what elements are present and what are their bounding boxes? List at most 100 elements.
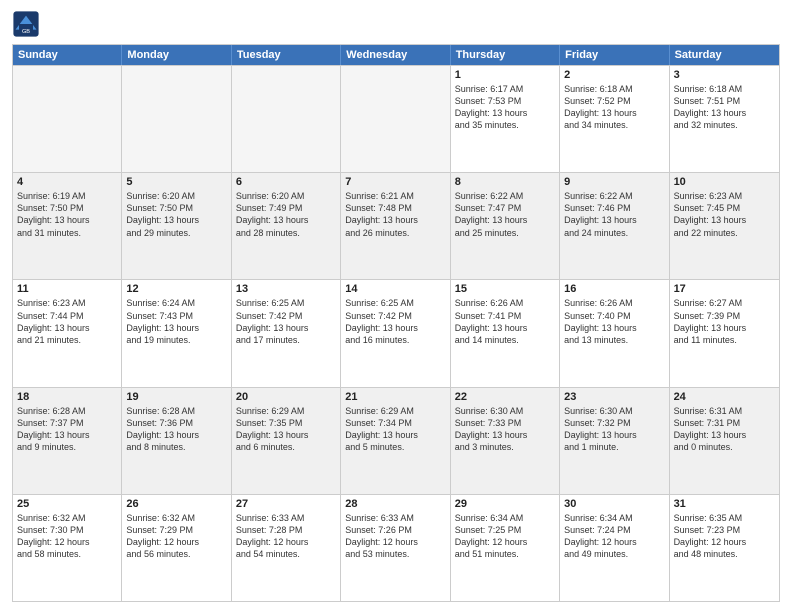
day-cell-1: 1Sunrise: 6:17 AMSunset: 7:53 PMDaylight… (451, 66, 560, 172)
logo: GB (12, 10, 44, 38)
day-number: 1 (455, 69, 555, 81)
day-info: Sunrise: 6:32 AMSunset: 7:30 PMDaylight:… (17, 512, 117, 561)
day-info: Sunrise: 6:22 AMSunset: 7:47 PMDaylight:… (455, 190, 555, 239)
day-number: 4 (17, 176, 117, 188)
day-number: 17 (674, 283, 775, 295)
week-row-5: 25Sunrise: 6:32 AMSunset: 7:30 PMDayligh… (13, 494, 779, 601)
day-number: 28 (345, 498, 445, 510)
day-cell-28: 28Sunrise: 6:33 AMSunset: 7:26 PMDayligh… (341, 495, 450, 601)
calendar-body: 1Sunrise: 6:17 AMSunset: 7:53 PMDaylight… (13, 65, 779, 601)
weekday-header-friday: Friday (560, 45, 669, 65)
day-info: Sunrise: 6:34 AMSunset: 7:25 PMDaylight:… (455, 512, 555, 561)
day-info: Sunrise: 6:18 AMSunset: 7:51 PMDaylight:… (674, 83, 775, 132)
svg-text:GB: GB (22, 29, 30, 35)
day-cell-30: 30 Sunrise: 6:34 AMSunset: 7:24 PMDayligh… (560, 495, 669, 601)
weekday-header-saturday: Saturday (670, 45, 779, 65)
day-cell-22: 22 Sunrise: 6:30 AMSunset: 7:33 PMDayligh… (451, 388, 560, 494)
day-number: 19 (126, 391, 226, 403)
calendar: SundayMondayTuesdayWednesdayThursdayFrid… (12, 44, 780, 602)
page-container: GB SundayMondayTuesdayWednesdayThursdayF… (0, 0, 792, 612)
week-row-4: 18Sunrise: 6:28 AMSunset: 7:37 PMDayligh… (13, 387, 779, 494)
day-cell-13: 13 Sunrise: 6:25 AMSunset: 7:42 PMDayligh… (232, 280, 341, 386)
day-cell-19: 19Sunrise: 6:28 AMSunset: 7:36 PMDayligh… (122, 388, 231, 494)
day-cell-14: 14 Sunrise: 6:25 AMSunset: 7:42 PMDayligh… (341, 280, 450, 386)
day-cell-15: 15 Sunrise: 6:26 AMSunset: 7:41 PMDayligh… (451, 280, 560, 386)
day-number: 13 (236, 283, 336, 295)
day-cell-20: 20 Sunrise: 6:29 AMSunset: 7:35 PMDayligh… (232, 388, 341, 494)
day-info: Sunrise: 6:34 AMSunset: 7:24 PMDaylight:… (564, 512, 664, 561)
day-info: Sunrise: 6:20 AMSunset: 7:49 PMDaylight:… (236, 190, 336, 239)
day-number: 23 (564, 391, 664, 403)
day-info: Sunrise: 6:33 AMSunset: 7:28 PMDaylight:… (236, 512, 336, 561)
day-cell-29: 29 Sunrise: 6:34 AMSunset: 7:25 PMDayligh… (451, 495, 560, 601)
day-info: Sunrise: 6:30 AMSunset: 7:33 PMDaylight:… (455, 405, 555, 454)
day-number: 12 (126, 283, 226, 295)
day-number: 8 (455, 176, 555, 188)
day-number: 2 (564, 69, 664, 81)
day-info: Sunrise: 6:30 AMSunset: 7:32 PMDaylight:… (564, 405, 664, 454)
day-info: Sunrise: 6:35 AMSunset: 7:23 PMDaylight:… (674, 512, 775, 561)
day-number: 5 (126, 176, 226, 188)
day-cell-10: 10 Sunrise: 6:23 AMSunset: 7:45 PMDayligh… (670, 173, 779, 279)
day-number: 26 (126, 498, 226, 510)
day-number: 9 (564, 176, 664, 188)
day-number: 30 (564, 498, 664, 510)
day-cell-16: 16 Sunrise: 6:26 AMSunset: 7:40 PMDayligh… (560, 280, 669, 386)
day-info: Sunrise: 6:29 AMSunset: 7:35 PMDaylight:… (236, 405, 336, 454)
day-cell-4: 4 Sunrise: 6:19 AMSunset: 7:50 PMDaylight… (13, 173, 122, 279)
day-cell-18: 18Sunrise: 6:28 AMSunset: 7:37 PMDayligh… (13, 388, 122, 494)
weekday-header-thursday: Thursday (451, 45, 560, 65)
day-cell-3: 3 Sunrise: 6:18 AMSunset: 7:51 PMDaylight… (670, 66, 779, 172)
day-cell-12: 12Sunrise: 6:24 AMSunset: 7:43 PMDayligh… (122, 280, 231, 386)
day-info: Sunrise: 6:23 AMSunset: 7:45 PMDaylight:… (674, 190, 775, 239)
day-cell-6: 6 Sunrise: 6:20 AMSunset: 7:49 PMDaylight… (232, 173, 341, 279)
day-info: Sunrise: 6:18 AMSunset: 7:52 PMDaylight:… (564, 83, 664, 132)
day-number: 29 (455, 498, 555, 510)
day-cell-27: 27 Sunrise: 6:33 AMSunset: 7:28 PMDayligh… (232, 495, 341, 601)
weekday-header-tuesday: Tuesday (232, 45, 341, 65)
day-info: Sunrise: 6:25 AMSunset: 7:42 PMDaylight:… (345, 297, 445, 346)
day-info: Sunrise: 6:26 AMSunset: 7:41 PMDaylight:… (455, 297, 555, 346)
weekday-header-wednesday: Wednesday (341, 45, 450, 65)
day-number: 20 (236, 391, 336, 403)
week-row-2: 4 Sunrise: 6:19 AMSunset: 7:50 PMDaylight… (13, 172, 779, 279)
day-number: 24 (674, 391, 775, 403)
day-cell-17: 17 Sunrise: 6:27 AMSunset: 7:39 PMDayligh… (670, 280, 779, 386)
day-number: 3 (674, 69, 775, 81)
empty-cell (232, 66, 341, 172)
day-cell-24: 24Sunrise: 6:31 AMSunset: 7:31 PMDayligh… (670, 388, 779, 494)
day-info: Sunrise: 6:27 AMSunset: 7:39 PMDaylight:… (674, 297, 775, 346)
day-info: Sunrise: 6:21 AMSunset: 7:48 PMDaylight:… (345, 190, 445, 239)
day-cell-7: 7Sunrise: 6:21 AMSunset: 7:48 PMDaylight… (341, 173, 450, 279)
empty-cell (122, 66, 231, 172)
day-info: Sunrise: 6:32 AMSunset: 7:29 PMDaylight:… (126, 512, 226, 561)
day-cell-31: 31 Sunrise: 6:35 AMSunset: 7:23 PMDayligh… (670, 495, 779, 601)
day-number: 15 (455, 283, 555, 295)
day-number: 11 (17, 283, 117, 295)
day-number: 27 (236, 498, 336, 510)
day-cell-21: 21Sunrise: 6:29 AMSunset: 7:34 PMDayligh… (341, 388, 450, 494)
day-cell-25: 25Sunrise: 6:32 AMSunset: 7:30 PMDayligh… (13, 495, 122, 601)
week-row-1: 1Sunrise: 6:17 AMSunset: 7:53 PMDaylight… (13, 65, 779, 172)
page-header: GB (12, 10, 780, 38)
week-row-3: 11Sunrise: 6:23 AMSunset: 7:44 PMDayligh… (13, 279, 779, 386)
day-info: Sunrise: 6:19 AMSunset: 7:50 PMDaylight:… (17, 190, 117, 239)
calendar-header: SundayMondayTuesdayWednesdayThursdayFrid… (13, 45, 779, 65)
day-info: Sunrise: 6:25 AMSunset: 7:42 PMDaylight:… (236, 297, 336, 346)
day-number: 16 (564, 283, 664, 295)
day-cell-9: 9 Sunrise: 6:22 AMSunset: 7:46 PMDaylight… (560, 173, 669, 279)
day-info: Sunrise: 6:22 AMSunset: 7:46 PMDaylight:… (564, 190, 664, 239)
day-number: 6 (236, 176, 336, 188)
day-cell-26: 26 Sunrise: 6:32 AMSunset: 7:29 PMDayligh… (122, 495, 231, 601)
day-number: 14 (345, 283, 445, 295)
day-cell-11: 11Sunrise: 6:23 AMSunset: 7:44 PMDayligh… (13, 280, 122, 386)
day-number: 10 (674, 176, 775, 188)
day-cell-5: 5Sunrise: 6:20 AMSunset: 7:50 PMDaylight… (122, 173, 231, 279)
day-number: 31 (674, 498, 775, 510)
day-number: 18 (17, 391, 117, 403)
day-number: 22 (455, 391, 555, 403)
day-cell-23: 23 Sunrise: 6:30 AMSunset: 7:32 PMDayligh… (560, 388, 669, 494)
empty-cell (13, 66, 122, 172)
day-info: Sunrise: 6:26 AMSunset: 7:40 PMDaylight:… (564, 297, 664, 346)
weekday-header-sunday: Sunday (13, 45, 122, 65)
